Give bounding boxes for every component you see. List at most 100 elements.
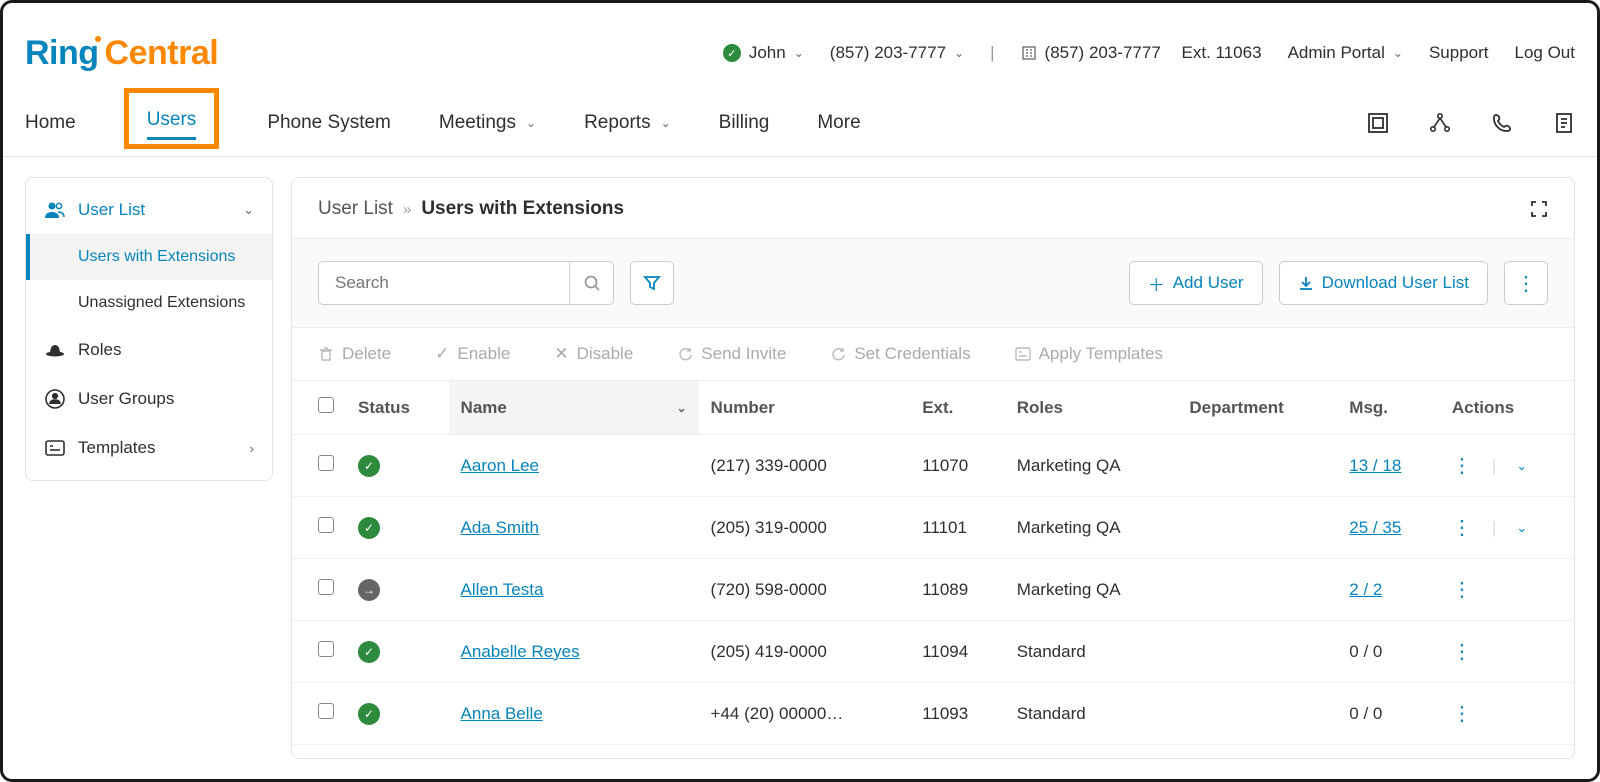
- filter-button[interactable]: [630, 261, 674, 305]
- admin-portal-label: Admin Portal: [1288, 43, 1385, 63]
- table-row: ✓Anabelle Reyes(205) 419-000011094Standa…: [292, 621, 1574, 683]
- user-link[interactable]: Anabelle Reyes: [461, 642, 580, 661]
- expand-icon[interactable]: [1530, 200, 1548, 218]
- bulk-apply-templates[interactable]: Apply Templates: [1015, 344, 1163, 364]
- sidebar: User List ⌄ Users with Extensions Unassi…: [25, 177, 273, 481]
- cell-number: (205) 319-0000: [699, 497, 911, 559]
- separator: |: [1492, 456, 1496, 476]
- cell-name: Aaron Lee: [449, 435, 699, 497]
- msg-link[interactable]: 25 / 35: [1349, 518, 1401, 537]
- x-icon: ✕: [554, 344, 568, 364]
- row-kebab-icon[interactable]: ⋮: [1452, 577, 1472, 602]
- bulk-delete[interactable]: Delete: [318, 344, 391, 364]
- nav-phone-system[interactable]: Phone System: [267, 106, 391, 140]
- row-checkbox[interactable]: [318, 517, 334, 533]
- cell-status: →: [346, 559, 449, 621]
- row-checkbox[interactable]: [318, 455, 334, 471]
- sidebar-user-list[interactable]: User List ⌄: [26, 186, 272, 234]
- col-status[interactable]: Status: [346, 381, 449, 435]
- expand-row-icon[interactable]: ⌄: [1516, 458, 1527, 474]
- app-icon[interactable]: [1367, 112, 1389, 134]
- nav-reports[interactable]: Reports ⌄: [584, 106, 671, 140]
- add-user-button[interactable]: ＋ Add User: [1129, 261, 1263, 305]
- cell-number: +44 (20) 00000…: [699, 683, 911, 745]
- bulk-enable[interactable]: ✓ Enable: [435, 344, 510, 364]
- search-button[interactable]: [569, 262, 613, 304]
- expand-row-icon[interactable]: ⌄: [1516, 520, 1527, 536]
- col-name[interactable]: Name⌄: [449, 381, 699, 435]
- row-kebab-icon[interactable]: ⋮: [1452, 453, 1472, 478]
- separator: |: [990, 43, 994, 63]
- cell-name: Anabelle Reyes: [449, 621, 699, 683]
- cell-status: ✓: [346, 683, 449, 745]
- user-link[interactable]: Ada Smith: [461, 518, 539, 537]
- sidebar-user-groups[interactable]: User Groups: [26, 374, 272, 424]
- cell-msg: 25 / 35: [1337, 497, 1440, 559]
- sidebar-users-with-extensions[interactable]: Users with Extensions: [26, 234, 272, 280]
- cell-role: Marketing QA: [1005, 497, 1178, 559]
- toolbar: ＋ Add User Download User List ⋮: [292, 239, 1574, 328]
- col-department[interactable]: Department: [1177, 381, 1337, 435]
- user-menu[interactable]: ✓ John ⌄: [723, 43, 804, 63]
- network-icon[interactable]: [1429, 112, 1451, 134]
- sidebar-templates-label: Templates: [78, 438, 155, 458]
- select-all-checkbox[interactable]: [318, 397, 334, 413]
- cell-actions: ⋮: [1440, 559, 1574, 621]
- nav-more[interactable]: More: [817, 106, 860, 140]
- notes-icon[interactable]: [1553, 112, 1575, 134]
- logo-central: Central: [105, 34, 219, 72]
- logout-link[interactable]: Log Out: [1515, 43, 1576, 63]
- nav-home[interactable]: Home: [25, 106, 76, 140]
- col-roles[interactable]: Roles: [1005, 381, 1178, 435]
- msg-link[interactable]: 13 / 18: [1349, 456, 1401, 475]
- cell-department: [1177, 559, 1337, 621]
- nav-billing[interactable]: Billing: [719, 106, 770, 140]
- bulk-disable[interactable]: ✕ Disable: [554, 344, 633, 364]
- nav-meetings[interactable]: Meetings ⌄: [439, 106, 536, 140]
- chevron-down-icon: ⌄: [794, 46, 804, 60]
- cell-actions: ⋮: [1440, 683, 1574, 745]
- user-link[interactable]: Allen Testa: [461, 580, 544, 599]
- download-label: Download User List: [1322, 273, 1469, 293]
- support-link[interactable]: Support: [1429, 43, 1489, 63]
- row-checkbox[interactable]: [318, 579, 334, 595]
- breadcrumb-root[interactable]: User List: [318, 198, 393, 220]
- phone-icon[interactable]: [1491, 112, 1513, 134]
- company-info: (857) 203-7777 Ext. 11063: [1021, 43, 1262, 63]
- row-kebab-icon[interactable]: ⋮: [1452, 701, 1472, 726]
- sidebar-unassigned-extensions[interactable]: Unassigned Extensions: [26, 280, 272, 326]
- status-active-icon: ✓: [358, 455, 380, 477]
- table-row: ✓Ada Smith(205) 319-000011101Marketing Q…: [292, 497, 1574, 559]
- search-input[interactable]: [319, 262, 569, 304]
- bulk-send-invite[interactable]: Send Invite: [677, 344, 786, 364]
- row-checkbox[interactable]: [318, 641, 334, 657]
- row-kebab-icon[interactable]: ⋮: [1452, 639, 1472, 664]
- more-button[interactable]: ⋮: [1504, 261, 1548, 305]
- col-msg[interactable]: Msg.: [1337, 381, 1440, 435]
- download-user-list-button[interactable]: Download User List: [1279, 261, 1488, 305]
- sidebar-templates[interactable]: Templates ›: [26, 424, 272, 472]
- refresh-icon: [830, 346, 846, 362]
- chevron-down-icon: ⌄: [243, 202, 254, 218]
- phone-dropdown[interactable]: (857) 203-7777 ⌄: [830, 43, 964, 63]
- user-link[interactable]: Anna Belle: [461, 704, 543, 723]
- user-link[interactable]: Aaron Lee: [461, 456, 539, 475]
- bulk-actions: Delete ✓ Enable ✕ Disable Send Invite Se…: [292, 328, 1574, 381]
- admin-portal-menu[interactable]: Admin Portal ⌄: [1288, 43, 1403, 63]
- cell-role: Standard: [1005, 621, 1178, 683]
- nav-icons: [1367, 112, 1575, 134]
- sidebar-roles[interactable]: Roles: [26, 326, 272, 374]
- col-number[interactable]: Number: [699, 381, 911, 435]
- cell-actions: ⋮|⌄: [1440, 497, 1574, 559]
- cell-role: Marketing QA: [1005, 559, 1178, 621]
- nav-users[interactable]: Users: [147, 103, 197, 140]
- top-bar: RingCentral ✓ John ⌄ (857) 203-7777 ⌄ | …: [3, 3, 1597, 89]
- msg-link[interactable]: 2 / 2: [1349, 580, 1382, 599]
- row-kebab-icon[interactable]: ⋮: [1452, 515, 1472, 540]
- row-checkbox[interactable]: [318, 703, 334, 719]
- col-ext[interactable]: Ext.: [910, 381, 1005, 435]
- download-icon: [1298, 275, 1314, 291]
- bulk-set-credentials[interactable]: Set Credentials: [830, 344, 970, 364]
- cell-ext: 11089: [910, 559, 1005, 621]
- trash-icon: [318, 346, 334, 362]
